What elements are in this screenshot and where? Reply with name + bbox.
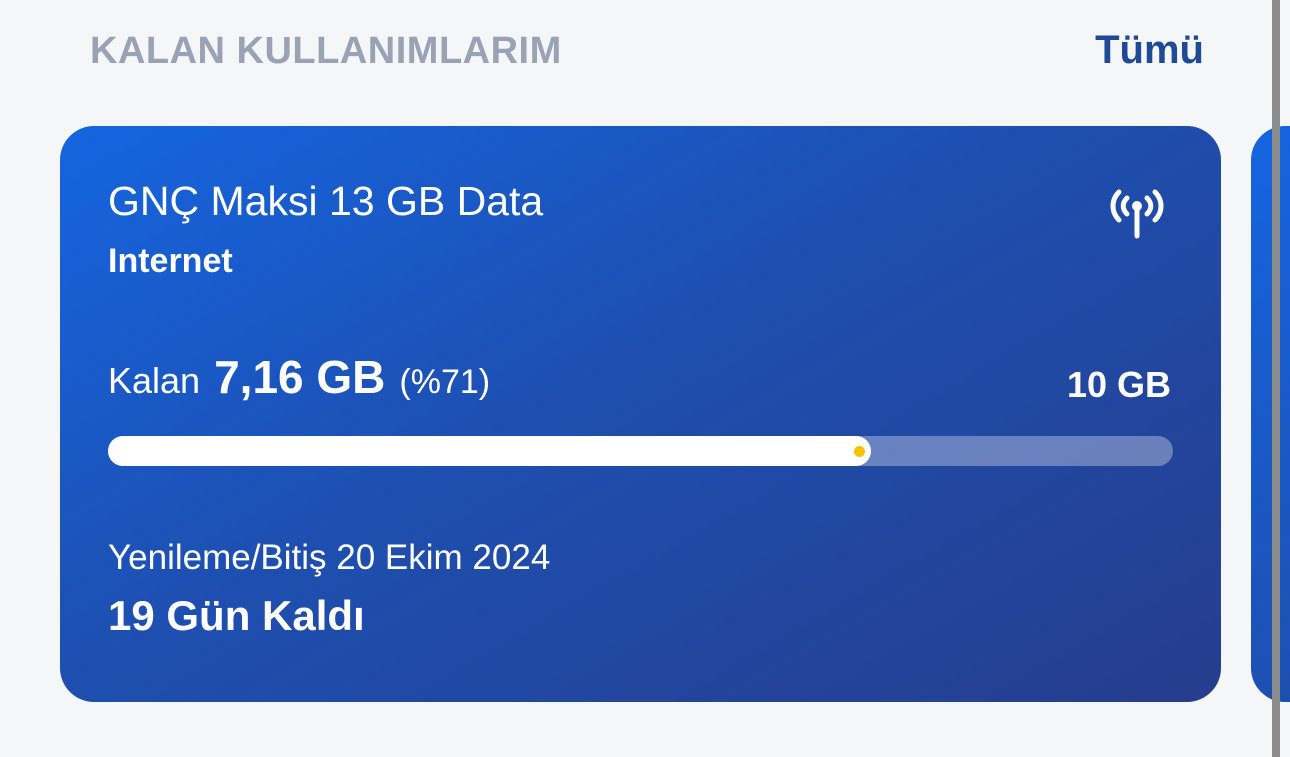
usage-card[interactable]: GNÇ Maksi 13 GB Data Internet Kalan 7,16… <box>60 126 1221 702</box>
total-amount: 10 GB <box>1066 364 1171 405</box>
next-usage-card[interactable] <box>1251 126 1290 702</box>
antenna-signal-icon <box>1110 189 1164 239</box>
remaining-label: Kalan <box>108 360 201 401</box>
usage-progress-fill <box>108 436 871 466</box>
section-title: KALAN KULLANIMLARIM <box>90 30 562 72</box>
package-name: GNÇ Maksi 13 GB Data <box>108 178 544 224</box>
usage-progress-bar <box>108 436 1173 466</box>
remaining-row: Kalan 7,16 GB (%71) <box>108 350 490 404</box>
package-type: Internet <box>108 242 233 280</box>
remaining-percent: (%71) <box>399 363 491 401</box>
renewal-date: Yenileme/Bitiş 20 Ekim 2024 <box>108 538 551 577</box>
remaining-amount: 7,16 GB <box>214 351 386 403</box>
scrollbar[interactable] <box>1272 0 1280 757</box>
see-all-link[interactable]: Tümü <box>1095 28 1204 73</box>
days-left: 19 Gün Kaldı <box>108 592 365 639</box>
progress-marker-dot <box>853 446 865 457</box>
